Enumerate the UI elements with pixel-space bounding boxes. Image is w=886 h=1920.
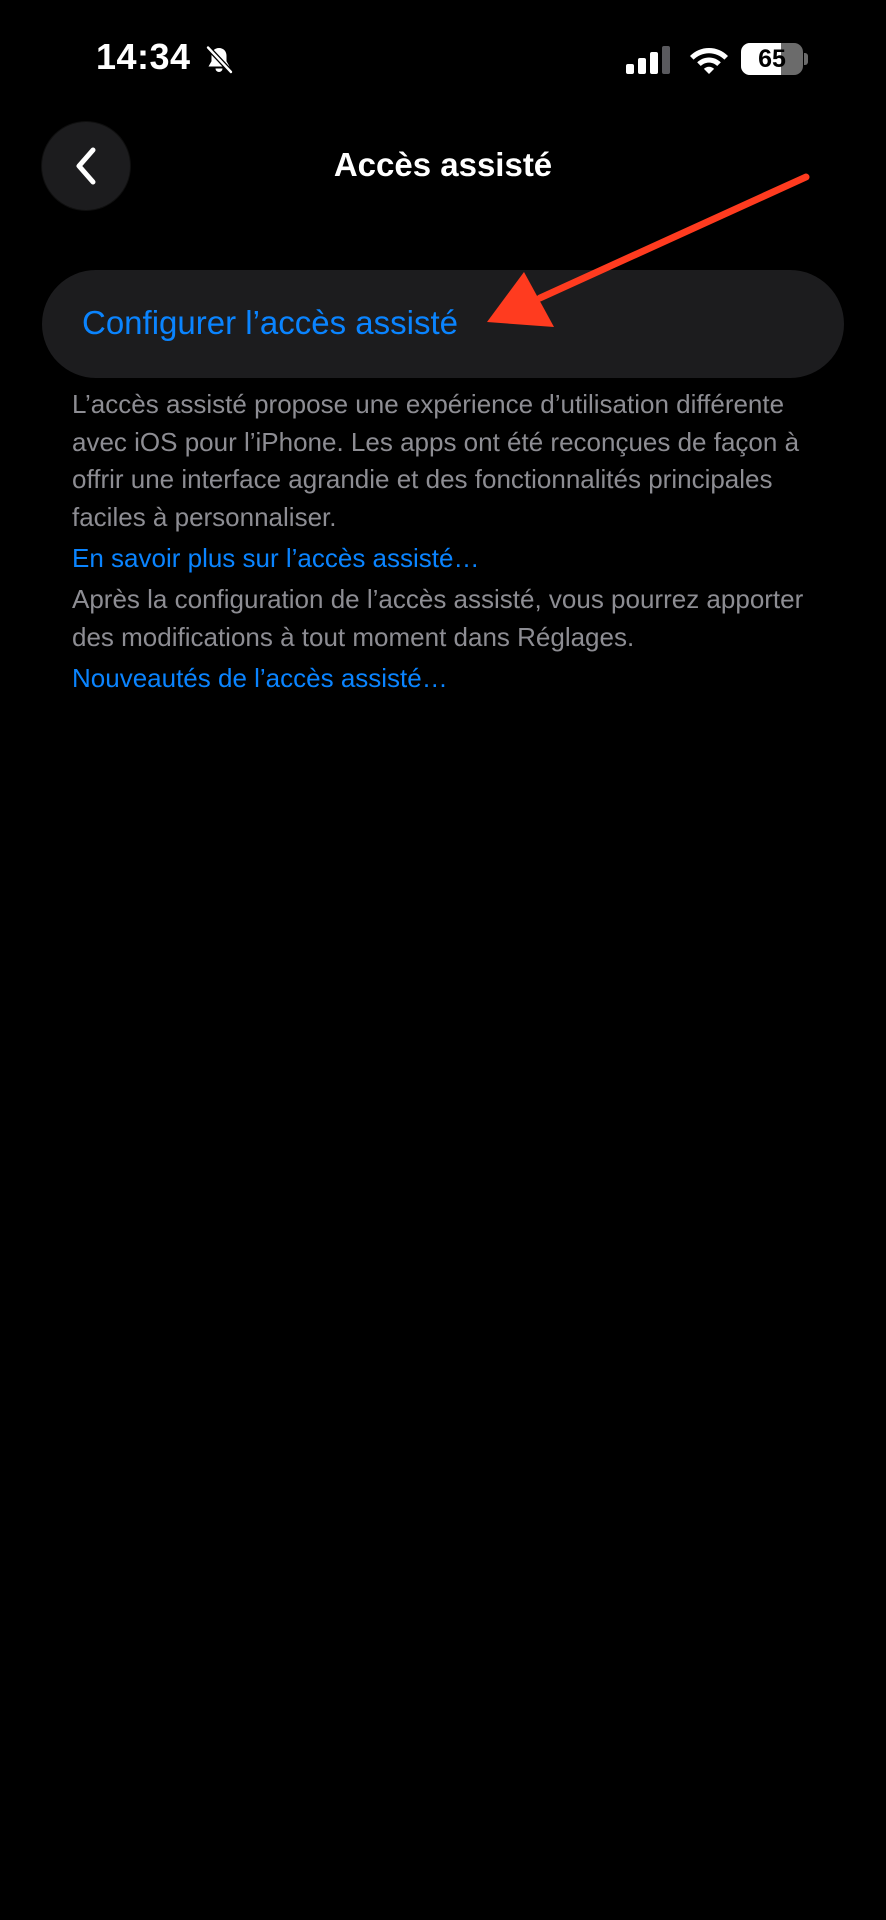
- wifi-icon: [690, 48, 728, 74]
- setup-assistive-access-button[interactable]: Configurer l’accès assisté: [42, 270, 844, 378]
- signal-icon: [626, 46, 670, 74]
- learn-more-block: En savoir plus sur l’accès assisté…: [72, 540, 832, 578]
- bell-off-icon: [205, 45, 234, 75]
- footer-description: L’accès assisté propose une expérience d…: [72, 389, 800, 532]
- page-title: Accès assisté: [333, 146, 553, 183]
- setup-assistive-access-label: Configurer l’accès assisté: [82, 304, 458, 341]
- whats-new-block: Nouveautés de l’accès assisté…: [72, 660, 832, 698]
- settings-note: Après la configuration de l’accès assist…: [72, 584, 804, 652]
- battery-level: 65: [758, 45, 786, 73]
- settings-note-block: Après la configuration de l’accès assist…: [72, 581, 832, 656]
- status-bar: 14:34 65: [0, 0, 886, 120]
- battery-icon: 65: [741, 43, 808, 75]
- status-time: 14:34: [96, 36, 191, 77]
- learn-more-link[interactable]: En savoir plus sur l’accès assisté…: [72, 540, 832, 578]
- whats-new-link[interactable]: Nouveautés de l’accès assisté…: [72, 660, 832, 698]
- footer-description-block: L’accès assisté propose une expérience d…: [72, 386, 832, 536]
